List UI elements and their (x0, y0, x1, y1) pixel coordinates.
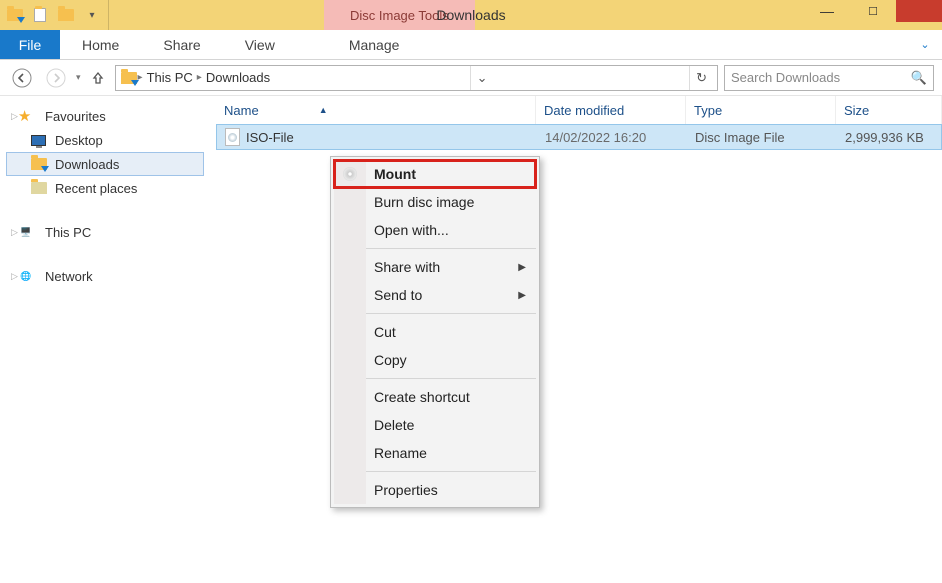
ribbon-tab-home[interactable]: Home (60, 30, 141, 59)
menu-item-label: Properties (374, 482, 438, 498)
close-button[interactable] (896, 0, 942, 22)
qat-dropdown-icon[interactable]: ▾ (82, 5, 102, 25)
menu-separator (366, 248, 536, 249)
address-dropdown[interactable]: ⌄ (470, 66, 494, 90)
nav-item-label: Downloads (55, 157, 119, 172)
quick-access-toolbar: ▾ (0, 0, 109, 30)
context-menu-send-to[interactable]: Send to ▶ (334, 281, 536, 309)
nav-item-label: Desktop (55, 133, 103, 148)
expand-icon[interactable]: ▷ ★ (11, 107, 39, 125)
minimize-button[interactable]: — (804, 0, 850, 22)
ribbon: File Home Share View Manage ⌄ (0, 30, 942, 60)
file-row[interactable]: ISO-File 14/02/2022 16:20 Disc Image Fil… (216, 124, 942, 150)
forward-button[interactable] (42, 64, 70, 92)
menu-item-label: Rename (374, 445, 427, 461)
nav-group-this-pc: ▷ 🖥️ This PC (6, 220, 204, 244)
refresh-button[interactable]: ↻ (689, 66, 713, 90)
menu-item-label: Copy (374, 352, 407, 368)
ribbon-tab-view[interactable]: View (223, 30, 297, 59)
nav-network[interactable]: ▷ 🌐 Network (6, 264, 204, 288)
breadcrumb-this-pc[interactable]: This PC (143, 70, 197, 85)
ribbon-tab-manage[interactable]: Manage (317, 30, 432, 59)
title-bar: ▾ Disc Image Tools Downloads — ☐ (0, 0, 942, 30)
file-date-cell: 14/02/2022 16:20 (537, 130, 687, 145)
menu-item-label: Open with... (374, 222, 449, 238)
context-menu-create-shortcut[interactable]: Create shortcut (334, 383, 536, 411)
address-location-icon (120, 72, 138, 84)
desktop-icon (21, 131, 49, 149)
menu-item-label: Send to (374, 287, 422, 303)
up-button[interactable] (87, 67, 109, 89)
column-headers: Name ▲ Date modified Type Size (216, 96, 942, 124)
menu-item-label: Delete (374, 417, 414, 433)
search-icon: 🔍 (911, 70, 927, 86)
address-bar-row: ▾ ▸ This PC ▸ Downloads ⌄ ↻ Search Downl… (0, 60, 942, 96)
menu-separator (366, 378, 536, 379)
network-icon: ▷ 🌐 (11, 267, 39, 285)
nav-favourites-label: Favourites (45, 109, 106, 124)
maximize-button[interactable]: ☐ (850, 0, 896, 22)
file-type-cell: Disc Image File (687, 130, 837, 145)
contextual-tools-label: Disc Image Tools (324, 0, 475, 30)
nav-this-pc[interactable]: ▷ 🖥️ This PC (6, 220, 204, 244)
nav-item-downloads[interactable]: Downloads (6, 152, 204, 176)
context-menu-delete[interactable]: Delete (334, 411, 536, 439)
file-name: ISO-File (246, 130, 294, 145)
back-button[interactable] (8, 64, 36, 92)
column-header-label: Name (224, 103, 259, 118)
nav-item-recent-places[interactable]: Recent places (6, 176, 204, 200)
nav-group-favourites: ▷ ★ Favourites Desktop Downloads Recent … (6, 104, 204, 200)
ribbon-collapse-button[interactable]: ⌄ (908, 30, 942, 59)
menu-separator (366, 471, 536, 472)
column-header-date[interactable]: Date modified (536, 96, 686, 124)
downloads-folder-icon (21, 155, 49, 173)
menu-item-label: Cut (374, 324, 396, 340)
column-header-size[interactable]: Size (836, 96, 942, 124)
context-menu-cut[interactable]: Cut (334, 318, 536, 346)
context-menu-open-with[interactable]: Open with... (334, 216, 536, 244)
submenu-arrow-icon: ▶ (518, 290, 526, 301)
menu-separator (366, 313, 536, 314)
menu-item-label: Burn disc image (374, 194, 474, 210)
qat-properties-icon[interactable] (30, 5, 50, 25)
ribbon-file-tab[interactable]: File (0, 30, 60, 59)
menu-item-label: Create shortcut (374, 389, 470, 405)
column-header-name[interactable]: Name ▲ (216, 96, 536, 124)
breadcrumb-current[interactable]: Downloads (202, 70, 274, 85)
context-menu-mount[interactable]: Mount (334, 160, 536, 188)
iso-file-icon (225, 128, 240, 146)
nav-item-label: Recent places (55, 181, 137, 196)
column-header-type[interactable]: Type (686, 96, 836, 124)
nav-network-label: Network (45, 269, 93, 284)
app-icon[interactable] (6, 6, 24, 24)
nav-item-desktop[interactable]: Desktop (6, 128, 204, 152)
file-size-cell: 2,999,936 KB (837, 130, 941, 145)
file-list-pane: Name ▲ Date modified Type Size ISO-File … (210, 96, 942, 583)
qat-new-folder-icon[interactable] (56, 5, 76, 25)
context-menu-properties[interactable]: Properties (334, 476, 536, 504)
search-placeholder: Search Downloads (731, 70, 911, 85)
context-menu: Mount Burn disc image Open with... Share… (330, 156, 540, 508)
menu-item-label: Mount (374, 166, 416, 182)
address-bar[interactable]: ▸ This PC ▸ Downloads ⌄ ↻ (115, 65, 718, 91)
ribbon-tab-share[interactable]: Share (141, 30, 222, 59)
recent-locations-dropdown[interactable]: ▾ (76, 72, 81, 83)
context-menu-burn-disc-image[interactable]: Burn disc image (334, 188, 536, 216)
disc-icon (340, 164, 360, 184)
menu-item-label: Share with (374, 259, 440, 275)
window-controls: — ☐ (804, 0, 942, 22)
nav-group-network: ▷ 🌐 Network (6, 264, 204, 288)
nav-this-pc-label: This PC (45, 225, 91, 240)
file-name-cell: ISO-File (217, 128, 537, 146)
context-menu-copy[interactable]: Copy (334, 346, 536, 374)
sort-ascending-icon: ▲ (319, 105, 328, 115)
this-pc-icon: ▷ 🖥️ (11, 223, 39, 241)
recent-places-icon (21, 179, 49, 197)
submenu-arrow-icon: ▶ (518, 262, 526, 273)
context-menu-share-with[interactable]: Share with ▶ (334, 253, 536, 281)
nav-favourites[interactable]: ▷ ★ Favourites (6, 104, 204, 128)
navigation-pane: ▷ ★ Favourites Desktop Downloads Recent … (0, 96, 210, 583)
context-menu-rename[interactable]: Rename (334, 439, 536, 467)
search-box[interactable]: Search Downloads 🔍 (724, 65, 934, 91)
